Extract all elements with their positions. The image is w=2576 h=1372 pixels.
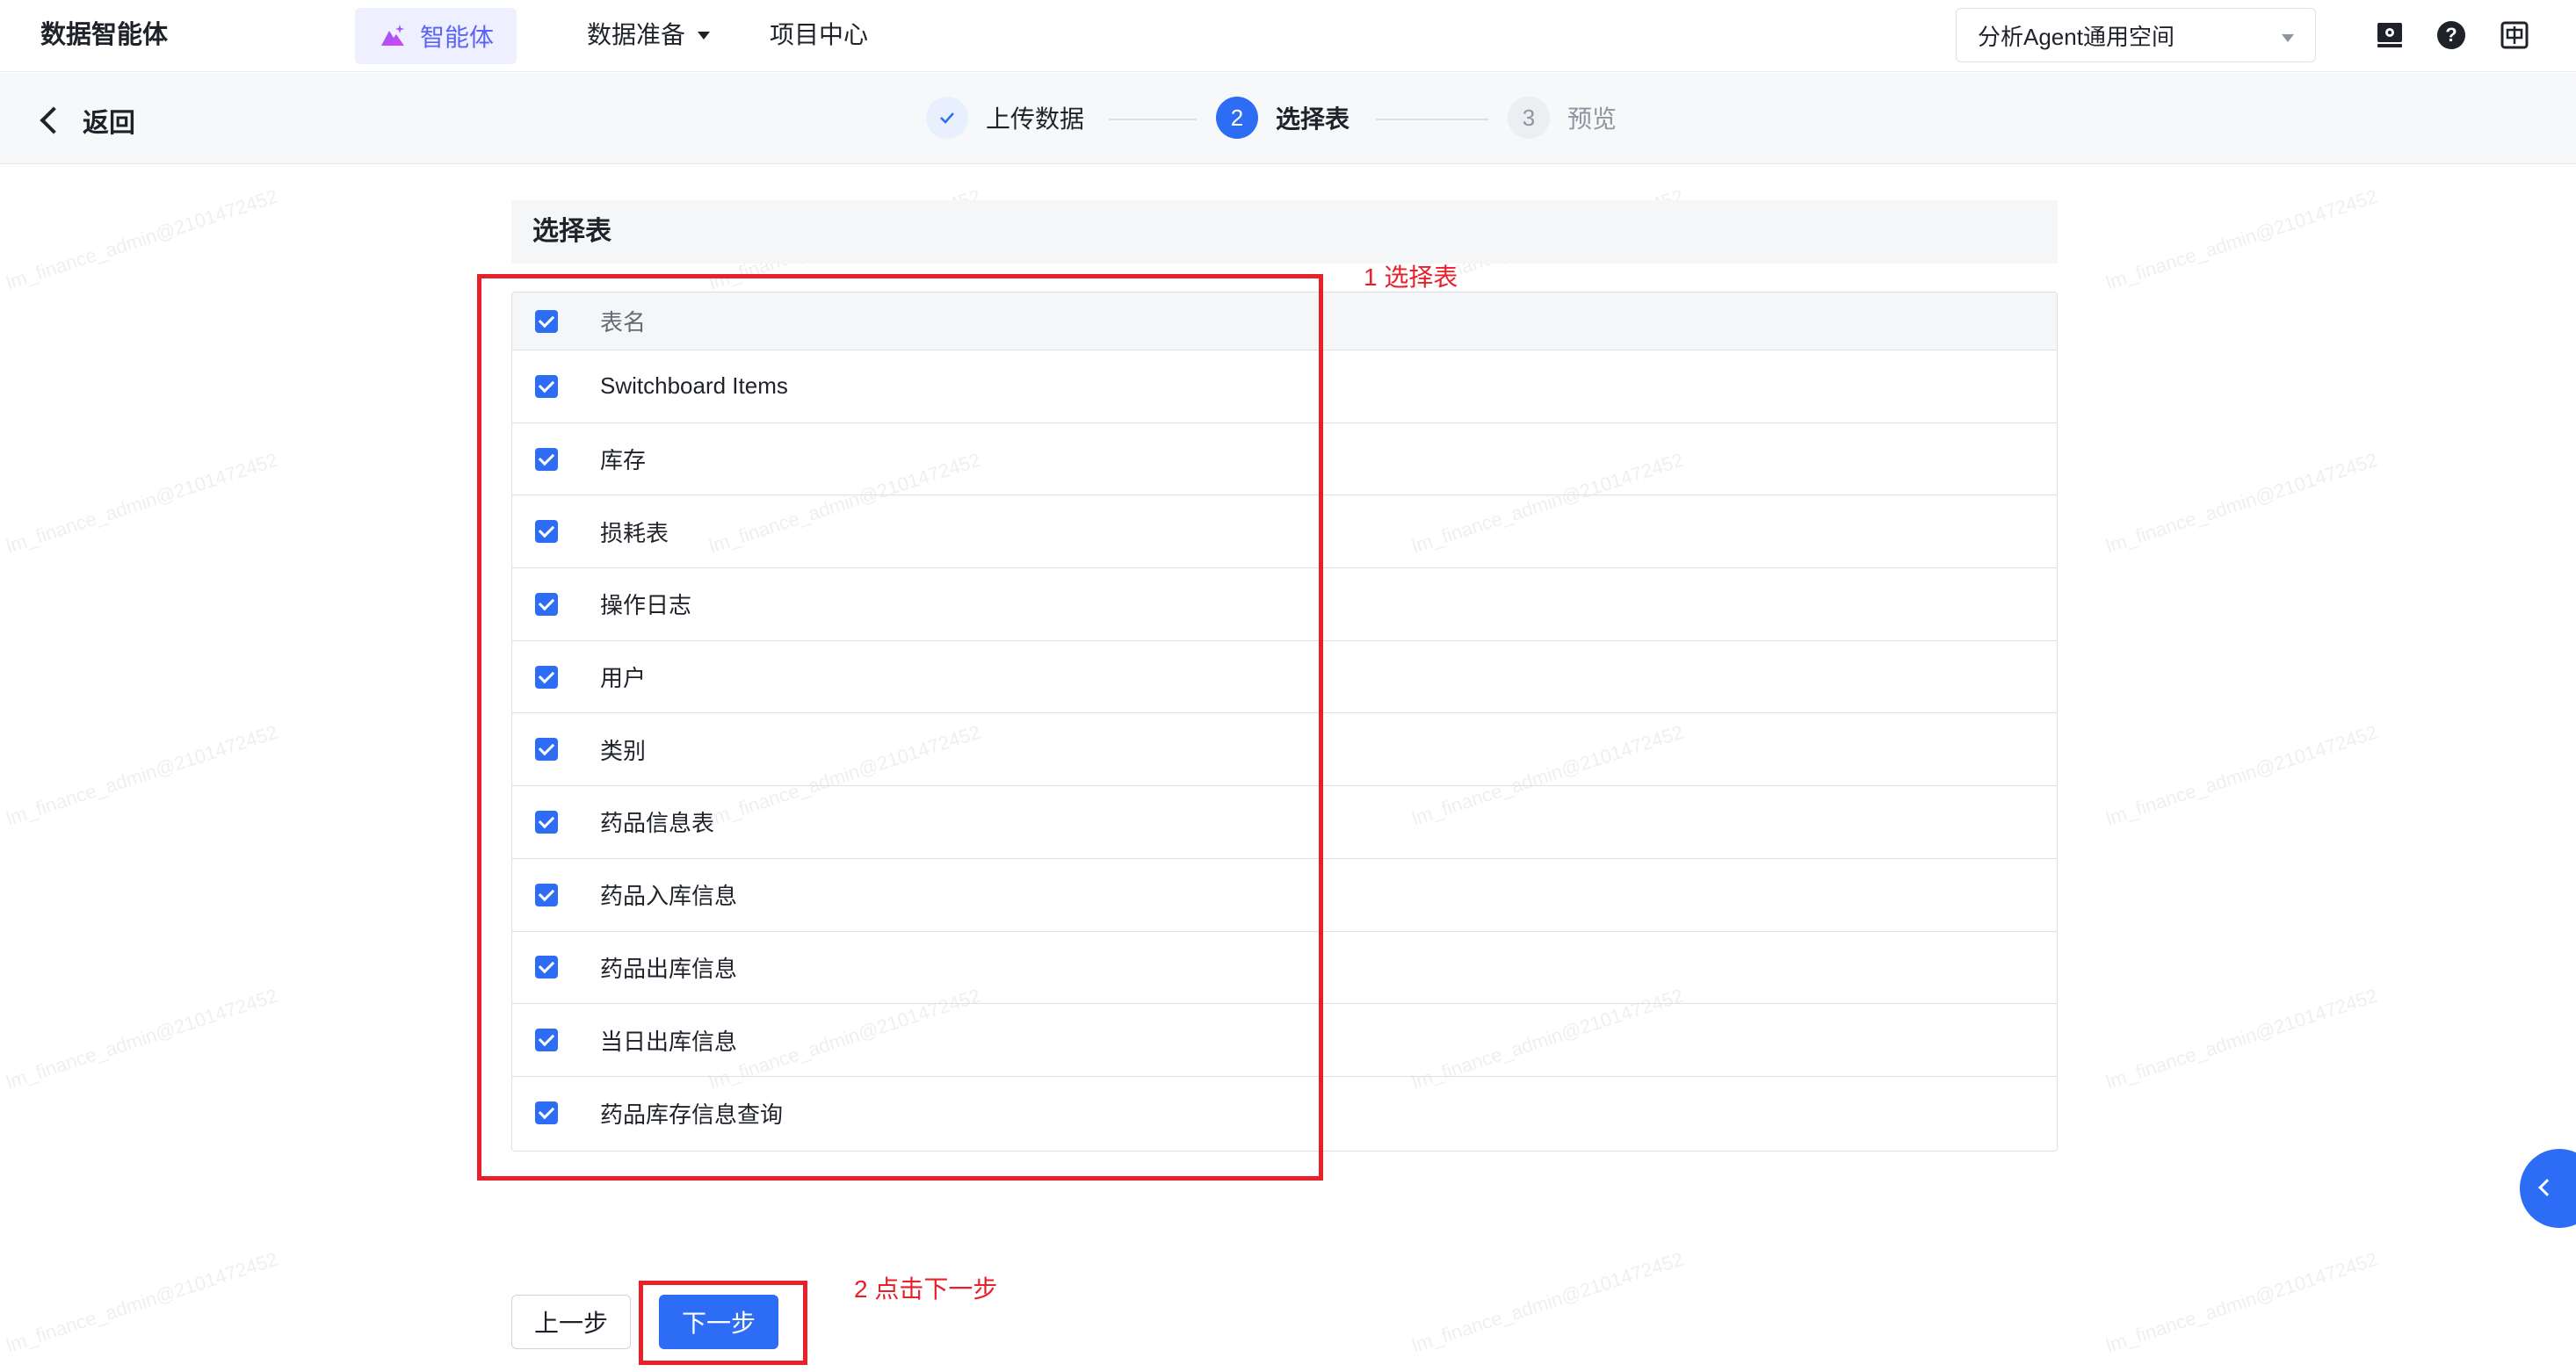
watermark: lm_finance_admin@2101472452 [2102, 448, 2381, 558]
language-switch-icon[interactable] [2499, 19, 2530, 51]
watermark: lm_finance_admin@2101472452 [3, 1247, 281, 1357]
step-label: 选择表 [1276, 105, 1350, 133]
chevron-left-icon [2538, 1179, 2556, 1196]
chevron-left-icon [40, 106, 68, 134]
caret-down-icon [2282, 34, 2294, 42]
watermark: lm_finance_admin@2101472452 [3, 720, 281, 830]
settings-panel-icon[interactable] [2374, 19, 2406, 51]
watermark: lm_finance_admin@2101472452 [2102, 1247, 2381, 1357]
watermark: lm_finance_admin@2101472452 [1408, 1247, 1687, 1357]
nav-item-project-center[interactable]: 项目中心 [770, 18, 868, 53]
next-step-button[interactable]: 下一步 [659, 1295, 778, 1349]
nav-agent-label: 智能体 [420, 24, 495, 51]
step-number: 3 [1508, 97, 1550, 139]
step-connector [1376, 119, 1488, 120]
workspace-select[interactable]: 分析Agent通用空间 [1956, 8, 2316, 62]
step-label: 预览 [1567, 105, 1617, 133]
step-select-table: 2 选择表 [1216, 97, 1350, 139]
help-icon[interactable]: ? [2435, 19, 2467, 51]
check-icon [926, 97, 968, 139]
step-upload-data: 上传数据 [926, 97, 1084, 139]
back-button[interactable]: 返回 [39, 101, 135, 140]
nav-data-label: 数据准备 [587, 21, 686, 48]
watermark: lm_finance_admin@2101472452 [3, 448, 281, 558]
section-title: 选择表 [511, 200, 2058, 264]
annotation-label-select-table: 1 选择表 [1364, 264, 1458, 291]
watermark: lm_finance_admin@2101472452 [3, 984, 281, 1094]
watermark: lm_finance_admin@2101472452 [2102, 720, 2381, 830]
svg-text:?: ? [2445, 24, 2457, 46]
prev-step-button[interactable]: 上一步 [511, 1295, 631, 1349]
step-connector [1109, 119, 1197, 120]
watermark: lm_finance_admin@2101472452 [3, 184, 281, 294]
step-number: 2 [1216, 97, 1258, 139]
watermark: lm_finance_admin@2101472452 [2102, 184, 2381, 294]
caret-down-icon [698, 31, 711, 40]
nav-item-agent[interactable]: 智能体 [355, 8, 517, 64]
brand-title[interactable]: 数据智能体 [40, 18, 168, 53]
back-label: 返回 [83, 109, 135, 138]
nav-project-label: 项目中心 [770, 21, 869, 48]
annotation-label-next: 2 点击下一步 [854, 1275, 998, 1303]
step-header: 返回 上传数据 2 选择表 3 预览 [0, 73, 2576, 164]
watermark: lm_finance_admin@2101472452 [2102, 984, 2381, 1094]
agent-mountain-icon [381, 25, 404, 46]
nav-item-data-prep[interactable]: 数据准备 [587, 18, 711, 53]
step-label: 上传数据 [986, 105, 1085, 133]
workspace-value: 分析Agent通用空间 [1978, 23, 2174, 50]
top-navigation: 数据智能体 智能体 数据准备 项目中心 分析Agent通用空间 ? [0, 0, 2576, 72]
side-panel-toggle[interactable] [2520, 1149, 2576, 1228]
step-preview: 3 预览 [1508, 97, 1617, 139]
annotation-box-select-table [477, 274, 1323, 1181]
